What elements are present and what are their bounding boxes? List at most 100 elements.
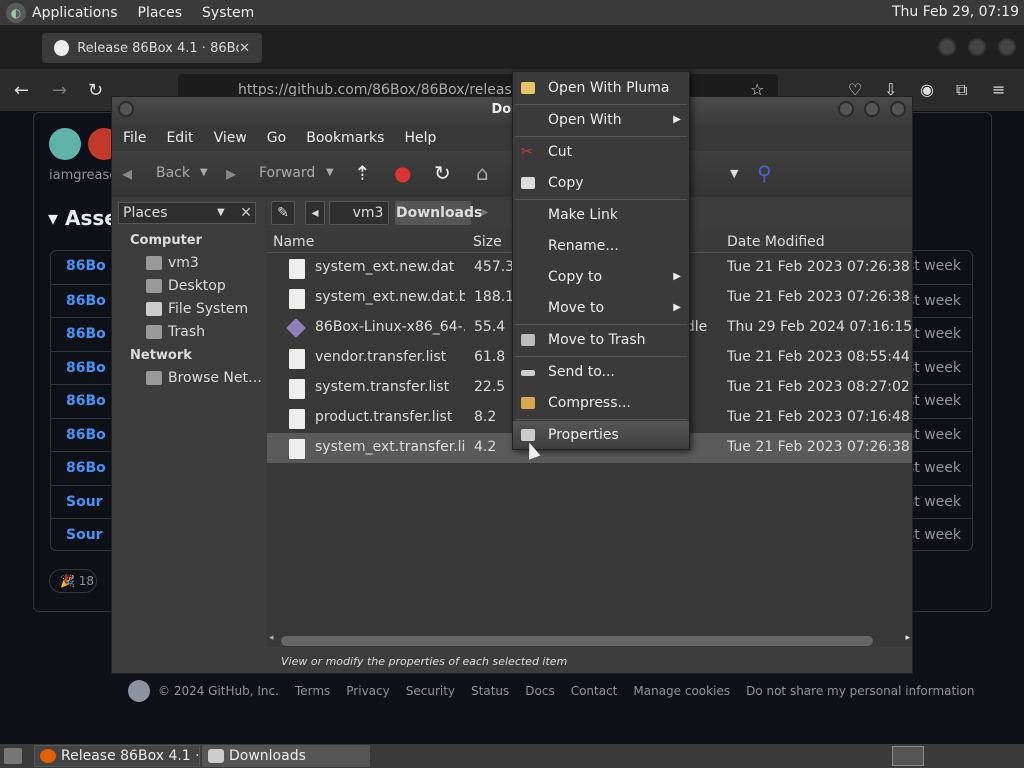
hamburger-menu-icon[interactable]: ≡ <box>992 80 1005 99</box>
footer-link[interactable]: Terms <box>295 684 330 698</box>
menu-item-compress[interactable]: Compress... <box>513 389 689 417</box>
menu-item-open-with[interactable]: Open With ▶ <box>513 106 689 134</box>
footer-link[interactable]: Manage cookies <box>633 684 730 698</box>
sidebar-item-desktop[interactable]: Desktop <box>146 278 226 294</box>
footer-link[interactable]: Contact <box>571 684 618 698</box>
menu-item-move-to[interactable]: Move to ▶ <box>513 294 689 322</box>
search-icon[interactable]: ⚲ <box>757 161 772 185</box>
asset-name[interactable]: Sour <box>66 494 103 510</box>
back-button[interactable]: Back <box>156 165 190 181</box>
asset-name[interactable]: 86Bo <box>66 393 106 409</box>
menu-view[interactable]: View <box>214 130 247 146</box>
window-menu-button[interactable] <box>118 101 134 117</box>
window-close-button[interactable] <box>890 101 906 117</box>
path-button-downloads[interactable]: Downloads <box>395 201 482 225</box>
home-folder-icon[interactable]: ⌂ <box>476 161 489 185</box>
menu-places[interactable]: Places <box>138 5 183 21</box>
window-minimize-button[interactable] <box>938 38 956 56</box>
window-maximize-button[interactable] <box>864 101 880 117</box>
menu-item-copy[interactable]: Copy <box>513 169 689 197</box>
release-author[interactable]: iamgrease <box>49 168 117 183</box>
assets-heading[interactable]: ▾ Asse <box>48 206 118 230</box>
footer-link[interactable]: Docs <box>525 684 554 698</box>
footer-link[interactable]: Privacy <box>346 684 389 698</box>
avatar[interactable] <box>49 128 81 160</box>
menu-help[interactable]: Help <box>404 130 436 146</box>
path-scroll-right-button[interactable]: ▸ <box>477 201 493 225</box>
sidebar-close-icon[interactable]: ✕ <box>235 202 257 224</box>
sidebar-item-filesystem[interactable]: File System <box>146 301 248 317</box>
github-logo-icon[interactable] <box>128 680 150 702</box>
column-size[interactable]: Size <box>473 234 502 250</box>
sidebar-item-vm3[interactable]: vm3 <box>146 255 199 271</box>
up-arrow-icon[interactable]: ⇡ <box>354 161 371 185</box>
back-arrow-icon[interactable]: ◂ <box>122 161 132 185</box>
stop-icon[interactable]: ● <box>394 161 411 185</box>
back-history-dropdown-icon[interactable]: ▼ <box>200 167 208 178</box>
clock[interactable]: Thu Feb 29, 07:19 <box>892 4 1019 20</box>
forward-button[interactable]: Forward <box>259 165 315 181</box>
menu-item-send-to[interactable]: Send to... <box>513 358 689 386</box>
menu-item-make-link[interactable]: Make Link <box>513 201 689 229</box>
submenu-arrow-icon: ▶ <box>673 114 681 125</box>
menu-item-properties[interactable]: Properties <box>513 421 689 449</box>
footer-link[interactable]: Security <box>406 684 455 698</box>
browser-tab[interactable]: Release 86Box 4.1 · 86Box/8 ✕ <box>42 33 262 63</box>
asset-name[interactable]: 86Bo <box>66 326 106 342</box>
menu-item-move-to-trash[interactable]: Move to Trash <box>513 326 689 354</box>
reload-icon[interactable]: ↻ <box>434 161 451 185</box>
window-maximize-button[interactable] <box>968 38 986 56</box>
footer-link[interactable]: Do not share my personal information <box>746 684 974 698</box>
menu-item-label: Send to... <box>548 364 615 380</box>
forward-arrow-icon[interactable]: ▸ <box>226 161 236 185</box>
file-date: Tue 21 Feb 2023 07:26:38 PM E <box>727 289 912 305</box>
menu-separator <box>515 419 687 420</box>
column-name[interactable]: Name <box>273 234 314 250</box>
window-close-button[interactable] <box>998 38 1016 56</box>
asset-name[interactable]: 86Bo <box>66 258 106 274</box>
menu-bookmarks[interactable]: Bookmarks <box>306 130 384 146</box>
reaction-button[interactable]: 🎉 18 <box>49 569 97 593</box>
forward-history-dropdown-icon[interactable]: ▼ <box>326 167 334 178</box>
sidebar-item-browse-network[interactable]: Browse Net… <box>146 370 262 386</box>
extensions-icon[interactable]: ⧉ <box>956 80 967 100</box>
path-button-vm3[interactable]: vm3 <box>329 201 389 225</box>
horizontal-scrollbar[interactable]: ◂ ▸ <box>267 633 912 647</box>
menu-item-open-with-pluma[interactable]: Open With Pluma <box>513 74 689 102</box>
appimage-icon <box>286 318 306 338</box>
mate-logo-icon[interactable]: ◐ <box>6 2 26 23</box>
zoom-dropdown-icon[interactable]: ▼ <box>730 167 738 180</box>
menu-applications[interactable]: Applications <box>32 5 118 21</box>
reload-icon[interactable]: ↻ <box>88 80 103 101</box>
asset-name[interactable]: Sour <box>66 527 103 543</box>
sidebar-item-label: vm3 <box>168 255 199 271</box>
menu-file[interactable]: File <box>123 130 146 146</box>
show-desktop-icon[interactable] <box>4 748 22 764</box>
sidebar-item-trash[interactable]: Trash <box>146 324 205 340</box>
menu-item-copy-to[interactable]: Copy to ▶ <box>513 263 689 291</box>
menu-go[interactable]: Go <box>267 130 286 146</box>
asset-name[interactable]: 86Bo <box>66 427 106 443</box>
menu-edit[interactable]: Edit <box>166 130 193 146</box>
asset-name[interactable]: 86Bo <box>66 460 106 476</box>
footer-link[interactable]: Status <box>471 684 509 698</box>
location-toggle-button[interactable]: ✎ <box>271 201 295 225</box>
forward-arrow-icon[interactable]: → <box>52 80 67 101</box>
asset-name[interactable]: 86Bo <box>66 360 106 376</box>
taskbar-item-firefox[interactable]: Release 86Box 4.1 · … <box>34 745 200 767</box>
back-arrow-icon[interactable]: ← <box>14 80 29 101</box>
menu-system[interactable]: System <box>202 5 254 21</box>
scroll-left-icon[interactable]: ◂ <box>269 633 274 643</box>
taskbar-item-downloads[interactable]: Downloads <box>202 745 370 767</box>
column-date-modified[interactable]: Date Modified <box>727 234 825 250</box>
asset-name[interactable]: 86Bo <box>66 293 106 309</box>
window-minimize-button[interactable] <box>838 101 854 117</box>
account-icon[interactable]: ◉ <box>920 80 934 99</box>
menu-item-cut[interactable]: ✂ Cut <box>513 138 689 166</box>
menu-item-rename[interactable]: Rename... <box>513 232 689 260</box>
path-scroll-left-button[interactable]: ◂ <box>305 201 325 225</box>
tab-close-icon[interactable]: ✕ <box>239 41 250 56</box>
scroll-right-icon[interactable]: ▸ <box>905 633 910 643</box>
workspace-switcher[interactable] <box>892 746 924 766</box>
scrollbar-thumb[interactable] <box>281 636 873 646</box>
